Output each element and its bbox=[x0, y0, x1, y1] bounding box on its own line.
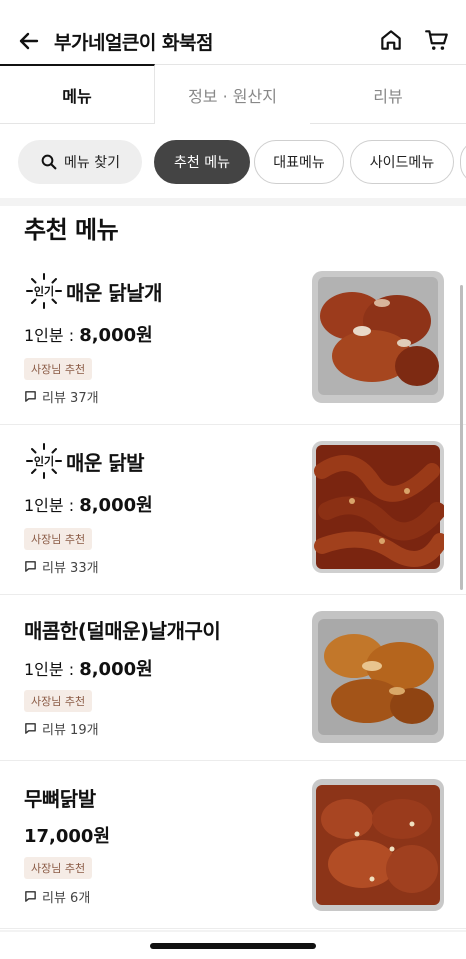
review-bubble-icon bbox=[25, 391, 36, 402]
back-arrow-icon bbox=[19, 32, 39, 50]
review-bubble-icon bbox=[25, 891, 36, 902]
popular-badge-icon: 인기 bbox=[24, 441, 64, 481]
home-icon bbox=[381, 30, 401, 50]
back-button[interactable] bbox=[14, 26, 44, 56]
price-value: 8,000원 bbox=[79, 325, 153, 346]
popular-badge-label: 인기 bbox=[33, 455, 55, 468]
review-count-label: 리뷰 6개 bbox=[42, 891, 91, 906]
cart-button[interactable] bbox=[422, 25, 452, 55]
popular-badge-icon: 인기 bbox=[24, 271, 64, 311]
scrollbar[interactable] bbox=[460, 285, 463, 590]
tab-info-origin[interactable]: 정보 · 원산지 bbox=[155, 64, 310, 124]
menu-item-name: 매콤한(덜매운)날개구이 bbox=[24, 619, 221, 643]
review-count: 리뷰 19개 bbox=[24, 719, 99, 738]
menu-item-photo[interactable] bbox=[312, 611, 444, 743]
price-value: 8,000원 bbox=[79, 495, 153, 516]
menu-item-name: 매운 닭발 bbox=[66, 450, 145, 475]
tab-menu[interactable]: 메뉴 bbox=[0, 64, 155, 124]
menu-search-label: 메뉴 찾기 bbox=[64, 155, 120, 171]
chip-recommended[interactable]: 추천 메뉴 bbox=[154, 140, 250, 184]
menu-item-name: 무뼈닭발 bbox=[24, 787, 96, 811]
section-title: 추천 메뉴 bbox=[24, 216, 119, 244]
review-bubble-icon bbox=[25, 723, 36, 734]
cart-icon bbox=[425, 30, 448, 50]
store-title: 부가네얼큰이 화북점 bbox=[54, 32, 213, 54]
owner-recommend-tag: 사장님 추천 bbox=[24, 690, 93, 712]
home-button[interactable] bbox=[376, 25, 406, 55]
owner-recommend-tag: 사장님 추천 bbox=[24, 528, 93, 550]
review-count-label: 리뷰 37개 bbox=[42, 391, 99, 406]
menu-item-price: 1인분 : 8,000원 bbox=[24, 491, 153, 517]
popular-badge-label: 인기 bbox=[33, 285, 55, 298]
price-value: 17,000원 bbox=[24, 826, 111, 847]
review-count: 리뷰 6개 bbox=[24, 887, 90, 906]
menu-item-name: 매운 닭날개 bbox=[66, 280, 162, 305]
review-count: 리뷰 33개 bbox=[24, 557, 99, 576]
chip-more[interactable] bbox=[460, 140, 466, 184]
review-count: 리뷰 37개 bbox=[24, 387, 99, 406]
owner-recommend-tag: 사장님 추천 bbox=[24, 358, 93, 380]
price-value: 8,000원 bbox=[79, 659, 153, 680]
menu-item[interactable]: 매콤한(덜매운)날개구이 1인분 : 8,000원 사장님 추천 리뷰 19개 bbox=[0, 595, 466, 761]
tab-reviews[interactable]: 리뷰 bbox=[310, 64, 466, 124]
menu-item-photo[interactable] bbox=[312, 779, 444, 911]
review-bubble-icon bbox=[25, 561, 36, 572]
menu-item[interactable]: 인기 매운 닭발 1인분 : 8,000원 사장님 추천 리뷰 33개 bbox=[0, 425, 466, 595]
price-prefix: 1인분 : bbox=[24, 326, 80, 345]
bottom-divider bbox=[0, 930, 466, 932]
menu-item-price: 1인분 : 8,000원 bbox=[24, 655, 153, 681]
menu-item-photo[interactable] bbox=[312, 441, 444, 573]
search-icon bbox=[41, 154, 57, 170]
review-count-label: 리뷰 33개 bbox=[42, 561, 99, 576]
store-tabs: 메뉴 정보 · 원산지 리뷰 bbox=[0, 64, 466, 124]
menu-item-price: 1인분 : 8,000원 bbox=[24, 321, 153, 347]
chip-side[interactable]: 사이드메뉴 bbox=[350, 140, 454, 184]
review-count-label: 리뷰 19개 bbox=[42, 723, 99, 738]
chip-signature[interactable]: 대표메뉴 bbox=[254, 140, 344, 184]
price-prefix: 1인분 : bbox=[24, 496, 80, 515]
home-indicator[interactable] bbox=[150, 943, 316, 949]
price-prefix: 1인분 : bbox=[24, 660, 80, 679]
menu-category-chips: 메뉴 찾기 추천 메뉴 대표메뉴 사이드메뉴 bbox=[18, 140, 466, 184]
menu-item-photo[interactable] bbox=[312, 271, 444, 403]
owner-recommend-tag: 사장님 추천 bbox=[24, 857, 93, 879]
section-divider bbox=[0, 198, 466, 206]
menu-item[interactable]: 무뼈닭발 17,000원 사장님 추천 리뷰 6개 bbox=[0, 761, 466, 929]
menu-search-button[interactable]: 메뉴 찾기 bbox=[18, 140, 142, 184]
menu-item[interactable]: 인기 매운 닭날개 1인분 : 8,000원 사장님 추천 리뷰 37개 bbox=[0, 255, 466, 425]
menu-item-price: 17,000원 bbox=[24, 822, 110, 848]
